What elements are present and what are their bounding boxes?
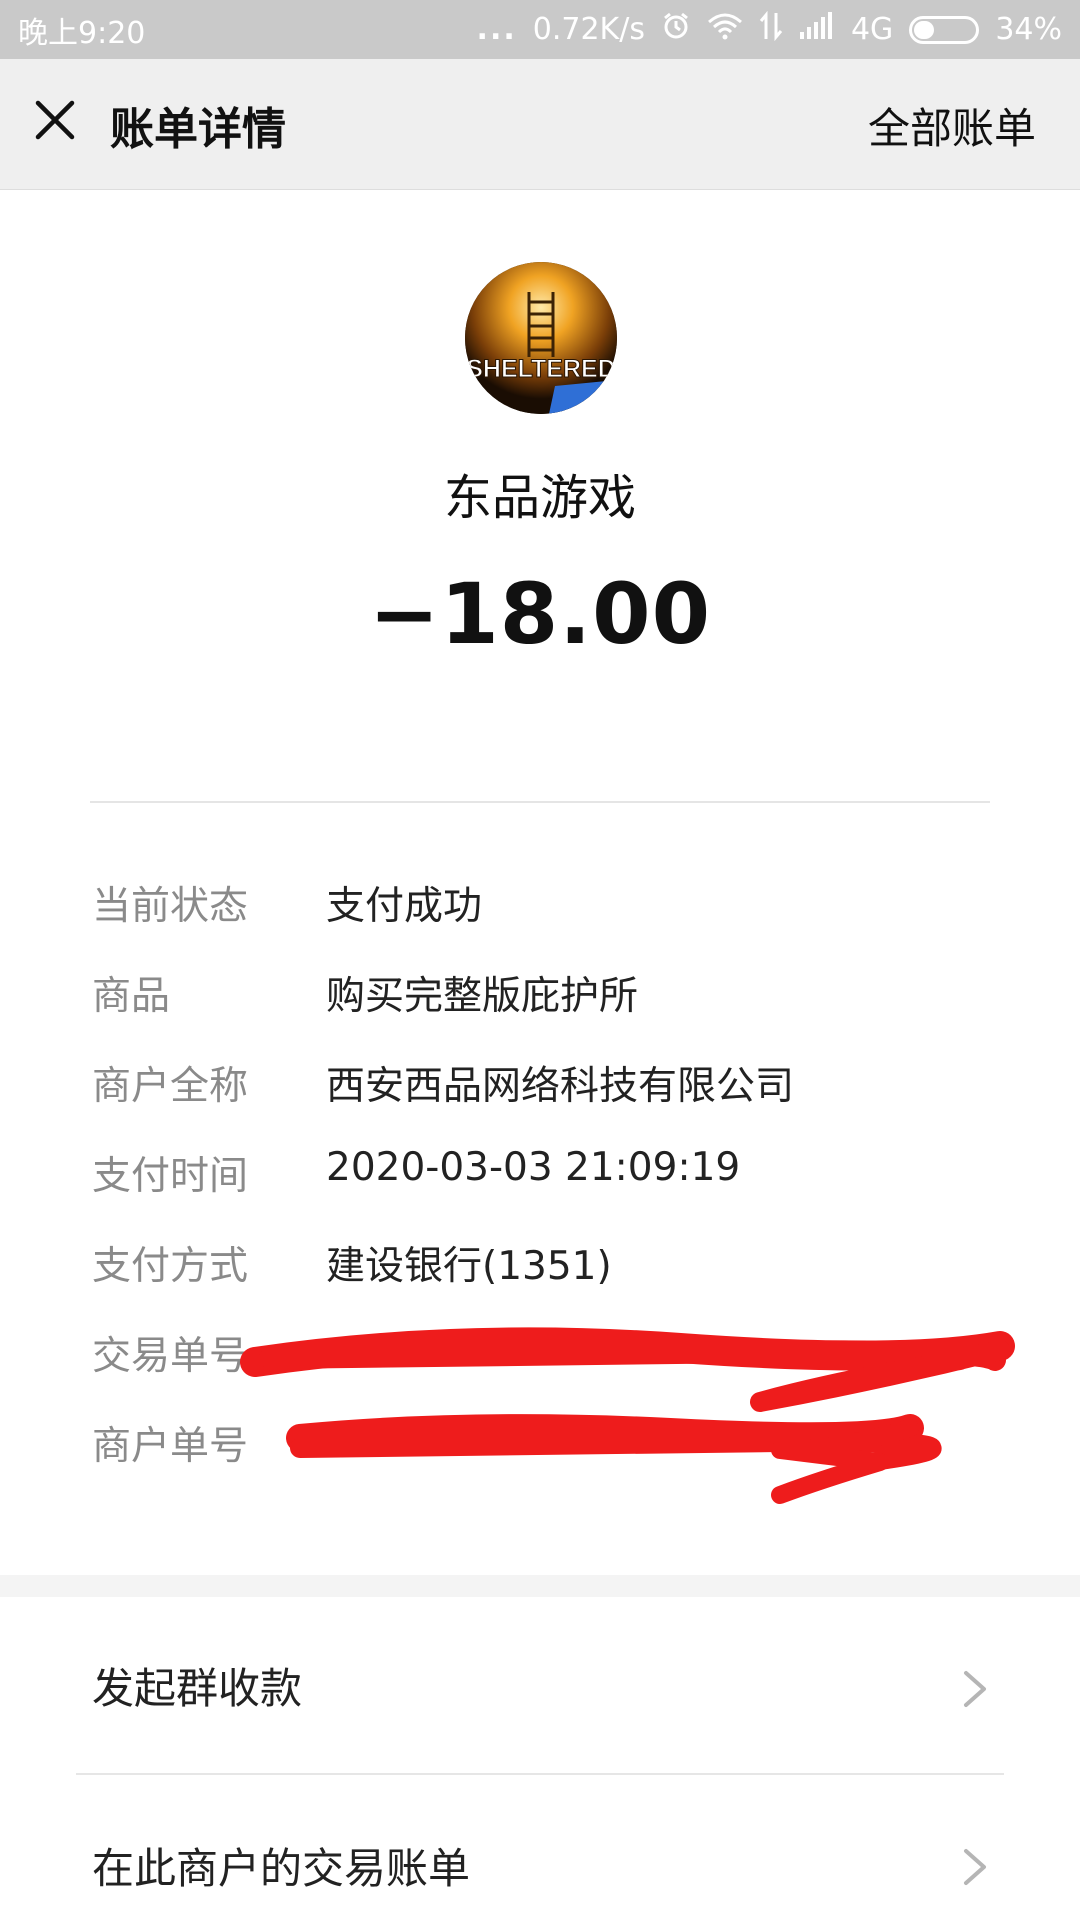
alarm-icon [661,11,691,49]
close-button[interactable] [30,95,80,145]
detail-value: 购买完整版庇护所 [326,974,639,1019]
detail-label: 支付方式 [92,1244,249,1289]
detail-row-status: 当前状态 支付成功 [90,875,990,935]
detail-label: 当前状态 [92,884,249,929]
close-icon [35,100,75,140]
merchant-name: 东品游戏 [443,470,636,526]
detail-label: 商户单号 [92,1424,249,1469]
nav-header: 账单详情 全部账单 [0,59,1080,190]
detail-label: 交易单号 [92,1334,249,1379]
action-label: 发起群收款 [92,1664,303,1713]
detail-label: 商户全称 [92,1064,249,1109]
chevron-right-icon [964,1849,986,1885]
detail-value: 2020-03-03 21:09:19 [326,1145,741,1190]
detail-row-payment-method: 支付方式 建设银行(1351) [90,1235,990,1295]
action-label: 在此商户的交易账单 [92,1844,471,1893]
wifi-icon [707,12,743,48]
section-gap [0,1575,1080,1597]
merchant-bills-row[interactable]: 在此商户的交易账单 [0,1775,1080,1920]
detail-value: 支付成功 [326,884,483,929]
detail-label: 商品 [92,974,171,1019]
all-bills-link[interactable]: 全部账单 [868,95,1036,156]
detail-value: 建设银行(1351) [326,1244,612,1289]
page-title: 账单详情 [110,104,286,155]
avatar-text: SHELTERED [466,355,616,383]
chevron-right-icon [964,1671,986,1707]
detail-row-payment-time: 支付时间 2020-03-03 21:09:19 [90,1145,990,1205]
status-right: ... 0.72K/s 4G 34% [476,10,1062,49]
status-time: 晚上9:20 [18,15,146,51]
data-transfer-icon [759,10,783,49]
payment-amount: −18.00 [368,565,712,663]
detail-row-product: 商品 购买完整版庇护所 [90,965,990,1025]
status-dots: ... [476,12,517,47]
detail-row-merchant-full-name: 商户全称 西安西品网络科技有限公司 [90,1055,990,1115]
battery-fill [914,20,935,39]
divider [90,801,990,803]
status-bar: 晚上9:20 ... 0.72K/s 4G 34% [0,0,1080,59]
battery-percent: 34% [995,12,1062,47]
battery-icon [909,15,980,44]
redaction-scribble [240,1327,1015,1504]
detail-value: 西安西品网络科技有限公司 [326,1064,795,1109]
detail-label: 支付时间 [92,1154,249,1199]
signal-icon [799,11,835,48]
group-collection-row[interactable]: 发起群收款 [0,1597,1080,1767]
network-speed: 0.72K/s [532,12,645,47]
network-type: 4G [850,12,894,47]
merchant-avatar: SHELTERED [465,262,617,414]
